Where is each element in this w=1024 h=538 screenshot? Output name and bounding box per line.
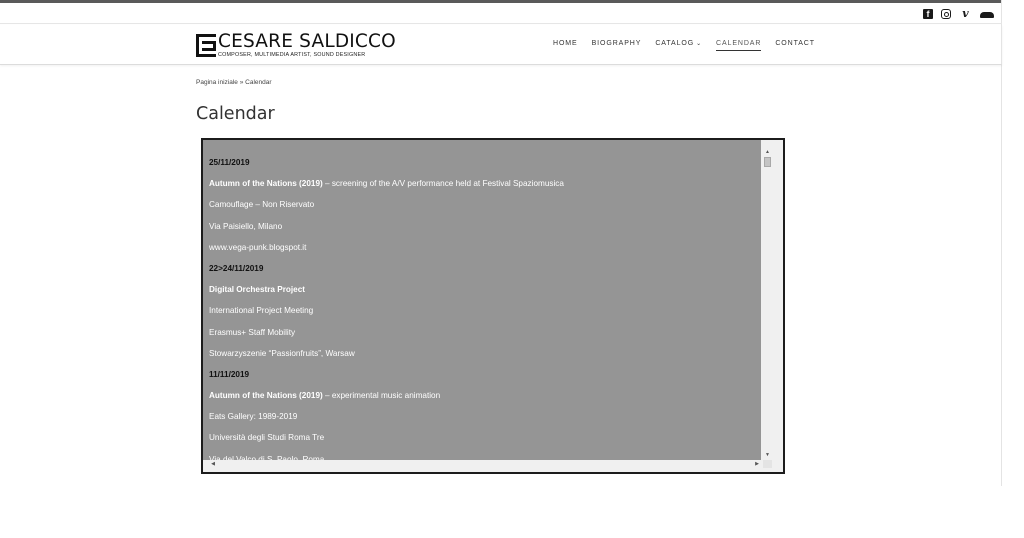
- social-icons: f v: [923, 8, 994, 20]
- nav-catalog-label: CATALOG: [655, 40, 695, 47]
- calendar-detail: Camouflage – Non Riservato: [209, 200, 315, 210]
- calendar-detail: Università degli Studi Roma Tre: [209, 433, 325, 443]
- breadcrumb[interactable]: Pagina iniziale » Calendar: [196, 79, 272, 86]
- calendar-detail: www.vega-punk.blogspot.it: [209, 242, 307, 252]
- facebook-icon[interactable]: f: [923, 9, 933, 19]
- calendar-date: 25/11/2019: [209, 158, 250, 167]
- calendar-event-desc: – screening of the A/V performance held …: [322, 179, 564, 189]
- page-edge: [1001, 0, 1002, 486]
- site-logo[interactable]: CESARE SALDICCO COMPOSER, MULTIMEDIA ART…: [196, 32, 396, 58]
- vertical-scrollbar[interactable]: ▲ ▼: [763, 148, 772, 460]
- calendar-event-name: Autumn of the Nations (2019): [209, 179, 323, 189]
- calendar-detail: Eats Gallery: 1989-2019: [209, 412, 298, 422]
- scroll-right-icon[interactable]: ▶: [753, 460, 761, 468]
- scroll-thumb[interactable]: [764, 157, 771, 167]
- horizontal-scrollbar[interactable]: ◀ ▶: [209, 460, 761, 468]
- logo-text: CESARE SALDICCO COMPOSER, MULTIMEDIA ART…: [218, 32, 396, 58]
- nav-home[interactable]: HOME: [553, 40, 578, 51]
- nav-calendar[interactable]: CALENDAR: [716, 40, 762, 51]
- vimeo-icon[interactable]: v: [959, 8, 972, 20]
- site-header: CESARE SALDICCO COMPOSER, MULTIMEDIA ART…: [0, 25, 1002, 65]
- main-nav: HOME BIOGRAPHY CATALOG ⌄ CALENDAR CONTACT: [553, 40, 829, 51]
- logo-title: CESARE SALDICCO: [218, 31, 396, 52]
- instagram-icon[interactable]: [941, 9, 951, 19]
- soundcloud-icon[interactable]: [980, 12, 994, 18]
- calendar-event-title: Autumn of the Nations (2019) – experimen…: [209, 387, 761, 408]
- chevron-down-icon: ⌄: [696, 41, 702, 47]
- scroll-down-icon[interactable]: ▼: [763, 451, 772, 460]
- page-title: Calendar: [196, 104, 275, 124]
- calendar-event-title: Digital Orchestra Project: [209, 281, 761, 302]
- logo-mark-icon: [196, 32, 216, 57]
- scroll-left-icon[interactable]: ◀: [209, 460, 217, 468]
- scroll-up-icon[interactable]: ▲: [763, 148, 772, 157]
- calendar-embed[interactable]: 25/11/2019 Autumn of the Nations (2019) –…: [201, 138, 785, 474]
- calendar-event-name: Autumn of the Nations (2019): [209, 391, 323, 401]
- calendar-detail: Via del Valco di S. Paolo, Roma: [209, 454, 325, 460]
- calendar-content: 25/11/2019 Autumn of the Nations (2019) –…: [203, 140, 761, 460]
- calendar-detail: International Project Meeting: [209, 306, 314, 316]
- nav-contact[interactable]: CONTACT: [775, 40, 815, 51]
- top-strip: [0, 0, 1002, 3]
- calendar-event-desc: – experimental music animation: [322, 391, 441, 401]
- logo-subtitle: COMPOSER, MULTIMEDIA ARTIST, SOUND DESIG…: [218, 52, 366, 58]
- calendar-event-title: Autumn of the Nations (2019) – screening…: [209, 175, 761, 196]
- calendar-date: 11/11/2019: [209, 369, 250, 379]
- calendar-detail: Via Paisiello, Milano: [209, 221, 283, 231]
- resize-corner: [763, 460, 772, 468]
- calendar-detail: Stowarzyszenie “Passionfruits”, Warsaw: [209, 348, 355, 358]
- social-bar: f v: [0, 6, 1002, 24]
- nav-biography[interactable]: BIOGRAPHY: [592, 40, 642, 51]
- nav-catalog[interactable]: CATALOG ⌄: [655, 40, 702, 51]
- calendar-event-name: Digital Orchestra Project: [209, 285, 306, 295]
- calendar-detail: Erasmus+ Staff Mobility: [209, 327, 296, 337]
- calendar-date: 22>24/11/2019: [209, 263, 264, 273]
